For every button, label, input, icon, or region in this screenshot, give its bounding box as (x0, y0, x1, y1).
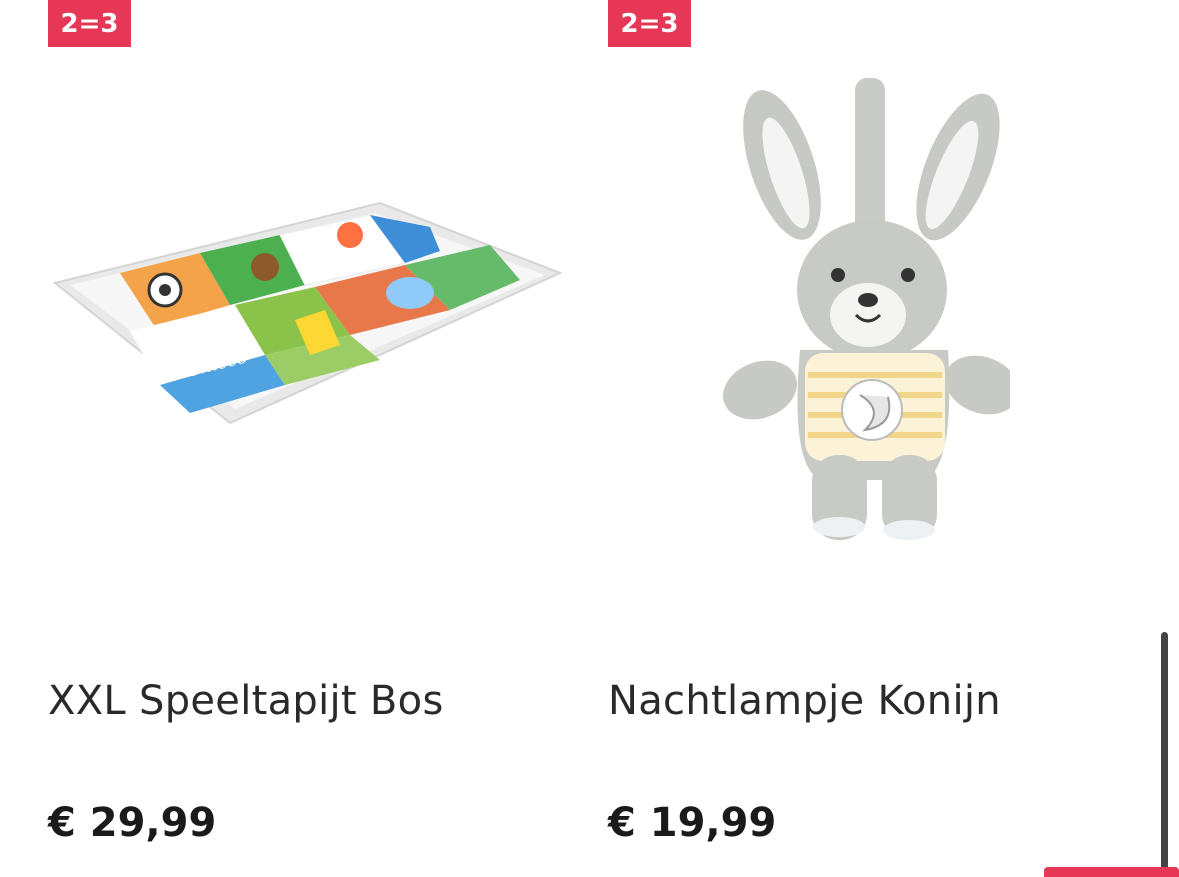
scrollbar[interactable] (1161, 632, 1168, 877)
product-card-play-mat[interactable]: 2=3 Chicco XXL Speeltapijt Bos € 29,99 (0, 0, 563, 877)
product-card-bunny[interactable]: 2=3 Nachtlampje Konijn € 19,99 (560, 0, 1100, 877)
promo-badge: 2=3 (608, 0, 691, 47)
product-price: € 19,99 (608, 800, 777, 846)
product-price: € 29,99 (48, 800, 217, 846)
promo-badge: 2=3 (48, 0, 131, 47)
product-title[interactable]: XXL Speeltapijt Bos (48, 678, 444, 724)
product-title[interactable]: Nachtlampje Konijn (608, 678, 1001, 724)
floating-action-bar-edge[interactable] (1044, 867, 1179, 877)
bunny-nightlight-image[interactable] (720, 75, 1010, 555)
play-mat-image[interactable]: Chicco (50, 195, 570, 435)
